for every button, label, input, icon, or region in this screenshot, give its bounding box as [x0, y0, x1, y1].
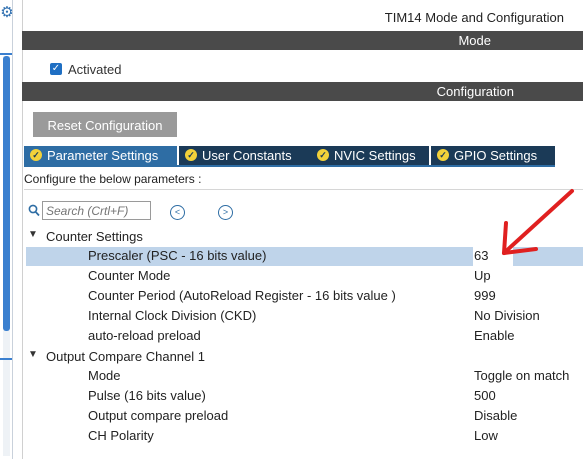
check-circle-icon: ✓: [30, 149, 42, 161]
param-value[interactable]: No Division: [474, 308, 540, 323]
param-row-auto-reload-preload[interactable]: auto-reload preload Enable: [26, 327, 583, 346]
group-output-compare-channel-1[interactable]: ▼ Output Compare Channel 1: [28, 349, 268, 367]
param-name: Internal Clock Division (CKD): [88, 308, 257, 323]
chevron-down-icon[interactable]: ▼: [28, 229, 38, 240]
red-arrow-annotation: [502, 189, 574, 255]
param-value[interactable]: 999: [474, 288, 496, 303]
param-row-counter-mode[interactable]: Counter Mode Up: [26, 267, 583, 286]
param-value[interactable]: Toggle on match: [474, 368, 569, 383]
activated-checkbox[interactable]: ✓ Activated: [50, 62, 190, 78]
scrollbar-thumb[interactable]: [3, 56, 10, 331]
group-label: Counter Settings: [46, 229, 143, 244]
search-icon[interactable]: [28, 204, 40, 218]
configuration-section-label: Configuration: [436, 84, 514, 99]
scroll-marker: [0, 358, 12, 360]
tab-parameter-settings[interactable]: ✓ Parameter Settings: [24, 146, 177, 165]
configuration-section-header[interactable]: Configuration: [22, 82, 583, 101]
param-row-oc-mode[interactable]: Mode Toggle on match: [26, 367, 583, 386]
param-value[interactable]: Up: [474, 268, 491, 283]
tab-user-constants[interactable]: ✓ User Constants: [179, 146, 329, 165]
check-circle-icon: ✓: [185, 149, 197, 161]
chevron-down-icon[interactable]: ▼: [28, 349, 38, 360]
param-value[interactable]: 500: [474, 388, 496, 403]
param-name: Pulse (16 bits value): [88, 388, 206, 403]
panel-divider: [12, 0, 13, 459]
param-value[interactable]: 63: [474, 248, 488, 263]
reset-configuration-button[interactable]: Reset Configuration: [33, 112, 177, 137]
page-title: TIM14 Mode and Configuration: [384, 10, 564, 25]
group-label: Output Compare Channel 1: [46, 349, 205, 364]
param-name: auto-reload preload: [88, 328, 201, 343]
param-row-oc-preload[interactable]: Output compare preload Disable: [26, 407, 583, 426]
param-row-ch-polarity[interactable]: CH Polarity Low: [26, 427, 583, 446]
param-value[interactable]: Low: [474, 428, 498, 443]
tab-label: NVIC Settings: [334, 148, 416, 163]
activated-label: Activated: [68, 62, 122, 77]
param-value[interactable]: Disable: [474, 408, 517, 423]
search-input[interactable]: [42, 201, 151, 220]
param-name: Counter Mode: [88, 268, 171, 283]
tab-underline: [24, 165, 555, 167]
group-counter-settings[interactable]: ▼ Counter Settings: [28, 229, 228, 247]
param-value[interactable]: Enable: [474, 328, 514, 343]
tab-label: User Constants: [202, 148, 292, 163]
chevron-left-icon[interactable]: <: [170, 205, 185, 220]
configure-instructions: Configure the below parameters :: [24, 172, 202, 186]
param-name: CH Polarity: [88, 428, 154, 443]
param-name: Output compare preload: [88, 408, 229, 423]
scroll-marker: [0, 53, 12, 55]
param-row-counter-period[interactable]: Counter Period (AutoReload Register - 16…: [26, 287, 583, 306]
check-circle-icon: ✓: [437, 149, 449, 161]
checkbox-checked-icon[interactable]: ✓: [50, 63, 62, 75]
chevron-right-icon[interactable]: >: [218, 205, 233, 220]
param-name: Counter Period (AutoReload Register - 16…: [88, 288, 396, 303]
tab-nvic-settings[interactable]: ✓ NVIC Settings: [311, 146, 429, 165]
mode-section-label: Mode: [458, 33, 491, 48]
param-name: Prescaler (PSC - 16 bits value): [88, 248, 267, 263]
check-circle-icon: ✓: [317, 149, 329, 161]
param-row-pulse[interactable]: Pulse (16 bits value) 500: [26, 387, 583, 406]
tab-gpio-settings[interactable]: ✓ GPIO Settings: [431, 146, 555, 165]
mode-section-header[interactable]: Mode: [22, 31, 583, 50]
param-row-clock-division[interactable]: Internal Clock Division (CKD) No Divisio…: [26, 307, 583, 326]
tab-label: Parameter Settings: [47, 148, 159, 163]
param-name: Mode: [88, 368, 121, 383]
tab-label: GPIO Settings: [454, 148, 538, 163]
